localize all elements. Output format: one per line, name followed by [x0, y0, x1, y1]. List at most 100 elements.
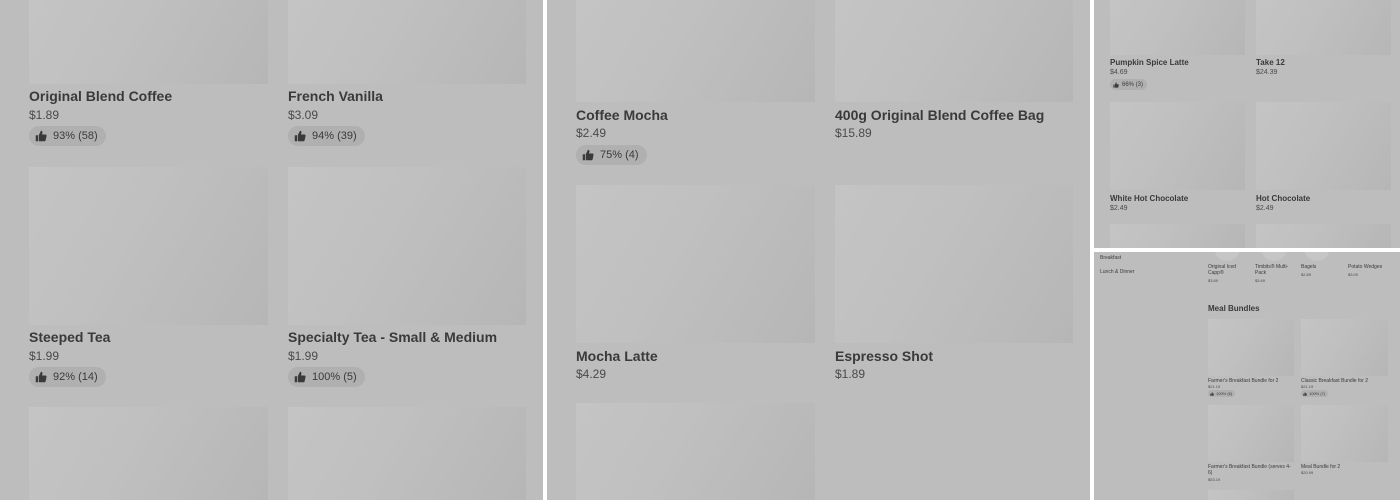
sidebar-item-lunch-dinner[interactable]: Lunch & Dinner: [1100, 269, 1134, 275]
menu-item-card[interactable]: [1110, 224, 1245, 248]
sidebar-item-breakfast[interactable]: Breakfast: [1100, 255, 1121, 261]
item-price: $4.29: [576, 367, 607, 381]
item-image: [1256, 102, 1391, 190]
menu-item-card[interactable]: Steeped Tea $1.99 92% (14): [29, 167, 268, 392]
item-image: [1261, 252, 1287, 261]
menu-item-card[interactable]: Hot Chocolate $2.49: [1256, 102, 1391, 217]
item-name: Pumpkin Spice Latte: [1110, 58, 1189, 67]
item-image: [29, 407, 268, 500]
item-image: [1208, 319, 1294, 376]
thumbs-up-icon: [35, 371, 47, 383]
item-price: $2.49: [1256, 205, 1274, 212]
menu-item-card[interactable]: [1256, 224, 1391, 248]
menu-panel-3: Pumpkin Spice Latte $4.69 66% (3) Take 1…: [1094, 0, 1400, 248]
menu-item-card[interactable]: [1208, 490, 1294, 500]
item-price: $1.89: [835, 367, 866, 381]
item-image: [1304, 252, 1330, 261]
menu-item-card[interactable]: Meal Bundle for 2 $20.99: [1301, 405, 1388, 485]
rating-text: 75% (4): [600, 149, 639, 161]
item-name[interactable]: Original Iced Capp®: [1208, 264, 1248, 276]
thumbs-up-icon: [1303, 392, 1307, 396]
item-name: Original Blend Coffee: [29, 88, 173, 104]
menu-panel-1: Original Blend Coffee $1.89 93% (58) Fre…: [0, 0, 543, 500]
thumbs-up-icon: [294, 130, 306, 142]
item-price: $21.19: [1301, 384, 1314, 389]
rating-text: 66% (3): [1122, 81, 1144, 88]
item-price: $20.99: [1301, 470, 1314, 475]
rating-badge: 92% (14): [29, 367, 106, 387]
item-name: Coffee Mocha: [576, 107, 668, 123]
item-price: $1.89: [29, 108, 60, 122]
menu-item-card[interactable]: Classic Breakfast Bundle for 2 $21.19 10…: [1301, 319, 1388, 399]
rating-badge: 93% (58): [29, 126, 106, 146]
rating-text: 94% (39): [312, 130, 357, 142]
menu-item-card[interactable]: [288, 407, 526, 500]
item-image: [576, 185, 815, 343]
item-image: [835, 0, 1073, 102]
menu-item-card[interactable]: Coffee Mocha $2.49 75% (4): [576, 0, 815, 170]
item-price: $3.09: [1348, 272, 1359, 277]
item-price: $2.49: [1110, 205, 1128, 212]
thumbs-up-icon: [1113, 82, 1119, 88]
item-image: [288, 0, 526, 84]
item-image: [1208, 405, 1294, 462]
item-price: $3.09: [288, 108, 319, 122]
item-name: Steeped Tea: [29, 329, 111, 345]
item-price: $15.89: [835, 126, 872, 140]
rating-badge: 100% (5): [288, 367, 365, 387]
menu-item-card[interactable]: Pumpkin Spice Latte $4.69 66% (3): [1110, 0, 1245, 92]
menu-item-card[interactable]: Original Blend Coffee $1.89 93% (58): [29, 0, 268, 150]
item-name: Espresso Shot: [835, 348, 934, 364]
item-image: [1301, 319, 1388, 376]
item-price: $21.19: [1208, 384, 1221, 389]
item-name: Take 12: [1256, 58, 1285, 67]
item-name: Farmer's Breakfast Bundle (serves 4-6): [1208, 464, 1291, 476]
item-price: $3.69: [1208, 278, 1219, 283]
menu-item-card[interactable]: Espresso Shot $1.89: [835, 185, 1073, 390]
item-name: Mocha Latte: [576, 348, 658, 364]
thumbs-up-icon: [582, 149, 594, 161]
rating-badge: 66% (3): [1110, 79, 1148, 90]
item-name[interactable]: Bagels: [1301, 264, 1341, 270]
item-image: [1256, 224, 1391, 248]
item-image: [576, 0, 815, 102]
item-name[interactable]: Timbits® Multi-Pack: [1255, 264, 1295, 276]
item-price: $3.69: [1255, 278, 1266, 283]
item-image: [576, 403, 815, 500]
item-name: Specialty Tea - Small & Medium: [288, 329, 498, 345]
item-name: White Hot Chocolate: [1110, 194, 1189, 203]
rating-text: 93% (58): [53, 130, 98, 142]
item-image: [1256, 0, 1391, 55]
item-image: [1110, 224, 1245, 248]
menu-item-card[interactable]: [29, 407, 268, 500]
rating-badge: 100% (6): [1208, 390, 1236, 397]
item-image: [29, 0, 268, 84]
item-image: [288, 167, 526, 325]
menu-item-card[interactable]: French Vanilla $3.09 94% (39): [288, 0, 526, 150]
menu-item-card[interactable]: Specialty Tea - Small & Medium $1.99 100…: [288, 167, 526, 392]
rating-badge: 100% (7): [1301, 390, 1329, 397]
item-name: Hot Chocolate: [1256, 194, 1311, 203]
menu-item-card[interactable]: Farmer's Breakfast Bundle for 2 $21.19 1…: [1208, 319, 1294, 399]
rating-badge: 94% (39): [288, 126, 365, 146]
item-image: [1110, 0, 1245, 55]
item-image: [835, 185, 1073, 343]
rating-text: 100% (7): [1309, 391, 1326, 396]
item-name: French Vanilla: [288, 88, 383, 104]
rating-text: 100% (5): [312, 371, 357, 383]
item-price: $53.19: [1208, 477, 1221, 482]
rating-text: 100% (6): [1216, 391, 1233, 396]
menu-item-card[interactable]: Farmer's Breakfast Bundle (serves 4-6) $…: [1208, 405, 1294, 485]
menu-item-card[interactable]: Mocha Latte $4.29: [576, 185, 815, 390]
menu-item-card[interactable]: White Hot Chocolate $2.49: [1110, 102, 1245, 217]
thumbs-up-icon: [1210, 392, 1214, 396]
thumbs-up-icon: [35, 130, 47, 142]
item-image: [29, 167, 268, 325]
menu-item-card[interactable]: Take 12 $24.39: [1256, 0, 1391, 92]
item-name: 400g Original Blend Coffee Bag: [835, 107, 1045, 123]
menu-item-card[interactable]: 400g Original Blend Coffee Bag $15.89: [835, 0, 1073, 170]
section-title: Meal Bundles: [1208, 304, 1260, 313]
menu-item-card[interactable]: [576, 403, 815, 500]
item-name[interactable]: Potato Wedges: [1348, 264, 1396, 270]
menu-panel-2: Coffee Mocha $2.49 75% (4) 400g Original…: [547, 0, 1090, 500]
